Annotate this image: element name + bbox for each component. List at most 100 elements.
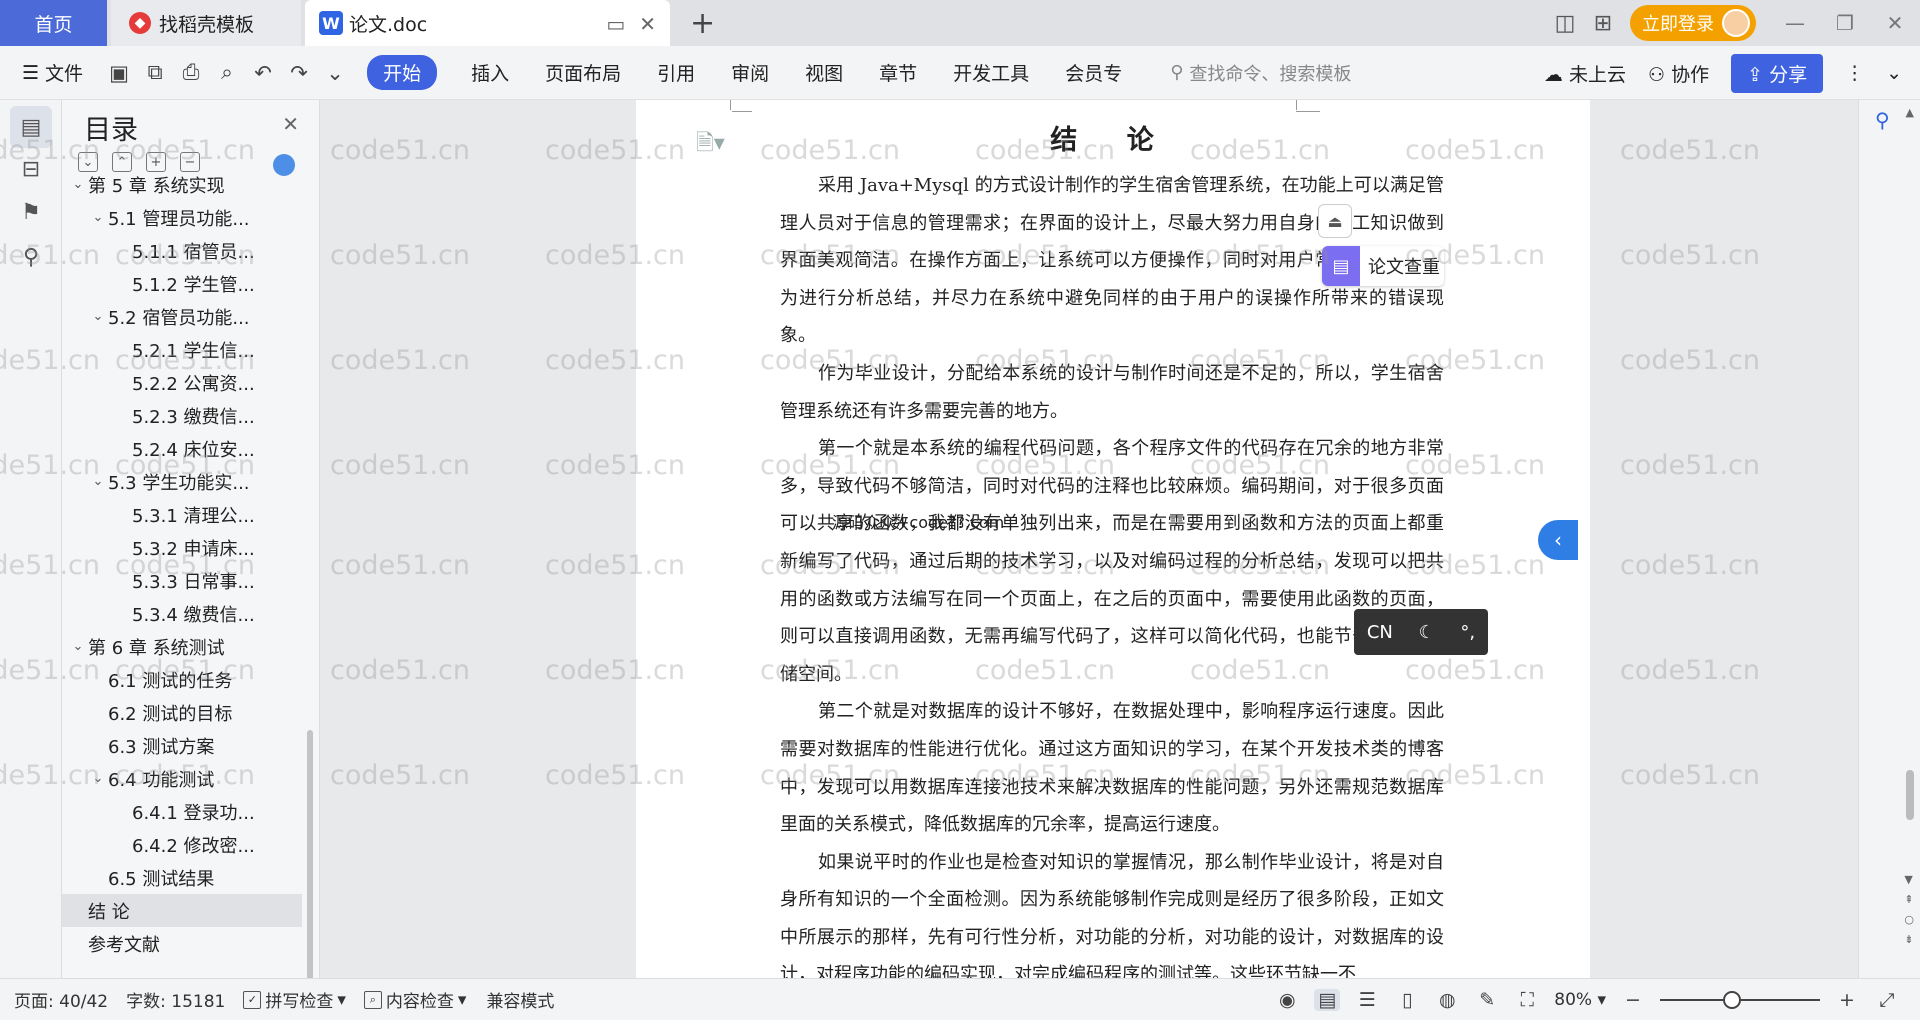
ribbon-tab-layout[interactable]: 页面布局 — [527, 59, 639, 86]
toc-item[interactable]: 5.1.1 宿管员... — [62, 234, 302, 267]
find-icon[interactable]: ⚲ — [10, 236, 52, 278]
new-tab-button[interactable]: + — [690, 6, 715, 41]
zoom-out-icon[interactable]: − — [1620, 989, 1646, 1011]
paragraph-options-icon[interactable]: 🗎▾ — [696, 126, 725, 164]
file-menu[interactable]: ☰ 文件 — [22, 59, 83, 86]
apps-grid-icon[interactable]: ⊞ — [1584, 11, 1622, 36]
share-button[interactable]: ⇪ 分享 — [1731, 53, 1824, 93]
toc-item[interactable]: ⌄ 5.3 学生功能实... — [62, 465, 302, 498]
zoom-slider-knob[interactable] — [1723, 991, 1741, 1009]
chevron-down-icon[interactable]: ⌄ — [88, 771, 108, 786]
eject-icon[interactable]: ⏏ — [1318, 204, 1352, 238]
toc-item[interactable]: 5.2.3 缴费信... — [62, 399, 302, 432]
ribbon-tab-review[interactable]: 审阅 — [713, 59, 787, 86]
chevron-down-icon[interactable]: ⌄ — [68, 639, 88, 654]
page-indicator[interactable]: 页面: 40/42 — [14, 987, 108, 1012]
chevron-down-icon[interactable]: ⌄ — [88, 474, 108, 489]
toc-item[interactable]: 6.4.2 修改密... — [62, 828, 302, 861]
eye-protection-icon[interactable]: ◉ — [1274, 989, 1300, 1011]
undo-icon[interactable]: ↶ — [245, 61, 281, 85]
more-dropdown-icon[interactable]: ⌄ — [317, 61, 353, 85]
collapse-ribbon-icon[interactable]: ⌄ — [1886, 62, 1902, 84]
vertical-scrollbar[interactable] — [1906, 770, 1914, 820]
toc-item[interactable]: 5.3.1 清理公... — [62, 498, 302, 531]
reading-view-icon[interactable]: ▯ — [1394, 989, 1420, 1011]
next-page-icon[interactable]: ⇟ — [1904, 930, 1914, 950]
toc-item[interactable]: 6.3 测试方案 — [62, 729, 302, 762]
compat-mode[interactable]: 兼容模式 — [486, 987, 554, 1012]
toc-item[interactable]: ⌄ 5.1 管理员功能... — [62, 201, 302, 234]
prev-page-icon[interactable]: ⇞ — [1904, 890, 1914, 910]
login-button[interactable]: 立即登录 — [1630, 5, 1756, 41]
toc-item[interactable]: 结 论 — [62, 894, 302, 927]
toc-item[interactable]: 6.1 测试的任务 — [62, 663, 302, 696]
side-panel-toggle-icon[interactable]: ‹ — [1538, 520, 1578, 560]
spellcheck-button[interactable]: ✓ 拼写检查 ▾ — [243, 987, 346, 1012]
zoom-slider[interactable] — [1660, 991, 1820, 1009]
print-preview-icon[interactable]: ⌕ — [209, 60, 245, 85]
toc-item[interactable]: ⌄ 6.4 功能测试 — [62, 762, 302, 795]
chevron-down-icon[interactable]: ⌄ — [68, 177, 88, 192]
tab-template[interactable]: ◆ 找稻壳模板 — [111, 0, 301, 46]
page-view-icon[interactable]: ▤ — [1314, 989, 1341, 1011]
toc-item[interactable]: 5.1.2 学生管... — [62, 267, 302, 300]
bookmark-icon[interactable]: ⚑ — [10, 191, 52, 233]
toc-item[interactable]: 参考文献 — [62, 927, 302, 958]
ribbon-tab-chapter[interactable]: 章节 — [861, 59, 935, 86]
toc-item[interactable]: 6.4.1 登录功... — [62, 795, 302, 828]
restore-icon[interactable]: ❐ — [1820, 11, 1870, 35]
command-search[interactable]: ⚲ 查找命令、搜索模板 — [1170, 60, 1351, 86]
cloud-status[interactable]: ☁ 未上云 — [1544, 60, 1626, 87]
screen-icon[interactable]: ▭ — [606, 12, 625, 36]
toc-item[interactable]: 5.3.4 缴费信... — [62, 597, 302, 630]
toc-item[interactable]: 5.2.1 学生信... — [62, 333, 302, 366]
ribbon-tab-member[interactable]: 会员专 — [1047, 59, 1140, 86]
ime-indicator[interactable]: CN ☾ °, — [1354, 609, 1488, 655]
document-page[interactable]: 🗎▾ 结 论 采用 Java+Mysql 的方式设计制作的学生宿舍管理系统，在功… — [636, 100, 1590, 978]
toc-item[interactable]: 5.2.2 公寓资... — [62, 366, 302, 399]
close-icon[interactable]: ✕ — [282, 112, 299, 136]
toc-item[interactable]: ⌄ 第 6 章 系统测试 — [62, 630, 302, 663]
more-icon[interactable]: ⋮ — [1845, 62, 1864, 84]
toc-item[interactable]: 6.2 测试的目标 — [62, 696, 302, 729]
scroll-up-icon[interactable]: ▲ — [1906, 106, 1914, 119]
save-as-icon[interactable]: ⧉ — [137, 60, 173, 85]
tab-home[interactable]: 首页 — [0, 0, 107, 46]
minimize-icon[interactable]: — — [1770, 11, 1820, 35]
fit-page-icon[interactable]: ⛶ — [1514, 989, 1540, 1011]
ribbon-tab-start[interactable]: 开始 — [367, 55, 438, 90]
toc-item[interactable]: ⌄ 第 5 章 系统实现 — [62, 168, 302, 201]
content-check-button[interactable]: ⌕ 内容检查 ▾ — [363, 987, 466, 1012]
toc-item[interactable]: 5.2.4 床位安... — [62, 432, 302, 465]
page-dot-icon[interactable]: ○ — [1904, 910, 1914, 930]
outline-view-icon[interactable]: ☰ — [1354, 989, 1380, 1011]
paper-check-button[interactable]: ▤ 论文查重 — [1322, 246, 1444, 286]
location-icon[interactable]: ⚲ — [1875, 108, 1890, 132]
layout-icon[interactable]: ◫ — [1546, 11, 1584, 36]
zoom-level[interactable]: 80% ▾ — [1554, 990, 1606, 1010]
scroll-down-icon[interactable]: ▼ — [1904, 870, 1914, 890]
zoom-in-icon[interactable]: + — [1834, 989, 1860, 1011]
redo-icon[interactable]: ↷ — [281, 61, 317, 85]
ribbon-tab-insert[interactable]: 插入 — [453, 59, 527, 86]
fullscreen-icon[interactable]: ⤢ — [1874, 989, 1900, 1011]
print-icon[interactable]: ⎙ — [173, 60, 209, 85]
word-count[interactable]: 字数: 15181 — [126, 987, 225, 1012]
ribbon-tab-developer[interactable]: 开发工具 — [935, 59, 1047, 86]
save-icon[interactable]: ▣ — [101, 61, 137, 85]
toc-item[interactable]: 5.3.3 日常事... — [62, 564, 302, 597]
structure-icon[interactable]: ⊟ — [10, 148, 52, 190]
close-tab-icon[interactable]: ✕ — [639, 12, 656, 36]
toc-scrollbar[interactable] — [307, 730, 313, 978]
tab-document[interactable]: W 论文.doc ▭ ✕ — [305, 0, 670, 46]
collab-button[interactable]: ⚇ 协作 — [1648, 60, 1709, 87]
toc-item[interactable]: 6.5 测试结果 — [62, 861, 302, 894]
ribbon-tab-reference[interactable]: 引用 — [639, 59, 713, 86]
chevron-down-icon[interactable]: ⌄ — [88, 210, 108, 225]
web-view-icon[interactable]: ◍ — [1434, 989, 1460, 1011]
chevron-down-icon[interactable]: ⌄ — [88, 309, 108, 324]
toc-item[interactable]: 5.3.2 申请床... — [62, 531, 302, 564]
write-icon[interactable]: ✎ — [1474, 989, 1500, 1011]
close-window-icon[interactable]: ✕ — [1870, 11, 1920, 35]
ribbon-tab-view[interactable]: 视图 — [787, 59, 861, 86]
